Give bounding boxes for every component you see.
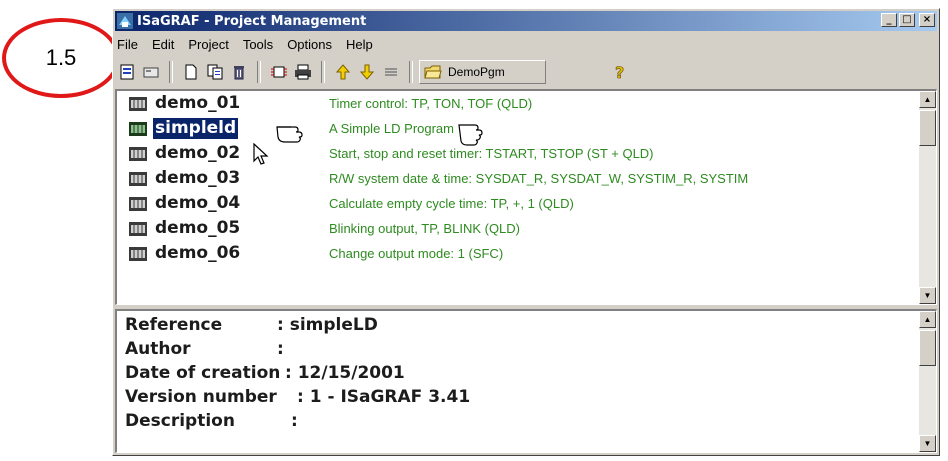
io-connection-button[interactable] — [267, 61, 291, 83]
reference-value: : simpleLD — [277, 315, 378, 335]
program-name: demo_06 — [155, 243, 241, 263]
program-icon — [129, 172, 147, 186]
scroll-down-icon[interactable]: ▼ — [919, 435, 936, 452]
new-icon — [185, 64, 197, 80]
reference-line: Reference : simpleLD — [125, 313, 916, 337]
card-icon — [143, 67, 159, 78]
program-icon — [129, 147, 147, 161]
copy-icon — [207, 64, 223, 80]
delete-icon — [234, 66, 244, 80]
card-button[interactable] — [139, 61, 163, 83]
program-name: demo_04 — [155, 193, 241, 213]
pointing-hand-icon — [276, 126, 303, 143]
program-icon — [129, 197, 147, 211]
reference-label: Reference — [125, 315, 223, 335]
pointing-hand-icon — [458, 124, 483, 146]
move-down-icon — [360, 64, 374, 80]
compact-button[interactable] — [379, 61, 403, 83]
scroll-up-icon[interactable]: ▲ — [919, 311, 936, 328]
program-name: demo_03 — [155, 168, 241, 188]
menu-bar: File Edit Project Tools Options Help — [115, 33, 937, 55]
properties-button[interactable] — [115, 61, 139, 83]
scroll-thumb[interactable] — [919, 110, 936, 146]
list-item[interactable]: demo_02 Start, stop and reset timer: TST… — [117, 141, 918, 166]
version-line: Version number : 1 - ISaGRAF 3.41 — [125, 385, 916, 409]
version-label: Version number — [125, 387, 277, 407]
menu-help[interactable]: Help — [339, 37, 380, 52]
program-icon — [129, 122, 147, 136]
date-value: : 12/15/2001 — [285, 363, 405, 383]
minimize-button[interactable]: _ — [881, 13, 897, 27]
program-description: Blinking output, TP, BLINK (QLD) — [329, 221, 521, 236]
isagraf-app-icon — [117, 13, 133, 29]
list-item[interactable]: demo_04 Calculate empty cycle time: TP, … — [117, 191, 918, 216]
scroll-up-icon[interactable]: ▲ — [919, 91, 936, 108]
project-management-window: ISaGRAF - Project Management _ □ × File … — [112, 8, 940, 456]
step-callout: 1.5 — [2, 18, 120, 98]
program-name: demo_05 — [155, 218, 241, 238]
program-icon — [129, 97, 147, 111]
program-name: demo_02 — [155, 143, 241, 163]
project-group-selector[interactable]: DemoPgm — [419, 60, 546, 84]
print-button[interactable] — [291, 61, 315, 83]
printer-icon — [295, 64, 311, 80]
program-description: R/W system date & time: SYSDAT_R, SYSDAT… — [329, 171, 749, 186]
menu-options[interactable]: Options — [280, 37, 339, 52]
list-item[interactable]: demo_06 Change output mode: 1 (SFC) — [117, 241, 918, 266]
maximize-button[interactable]: □ — [899, 13, 915, 27]
info-scrollbar[interactable]: ▲ ▼ — [919, 311, 936, 452]
menu-project[interactable]: Project — [181, 37, 235, 52]
window-title: ISaGRAF - Project Management — [137, 13, 367, 29]
list-item-selected[interactable]: simpleld A Simple LD Program — [117, 116, 918, 141]
io-connection-icon — [271, 66, 287, 78]
program-name: demo_01 — [155, 93, 241, 113]
author-label: Author — [125, 339, 191, 359]
program-description: A Simple LD Program — [329, 121, 454, 136]
program-list[interactable]: demo_01 Timer control: TP, TON, TOF (QLD… — [115, 89, 937, 305]
scroll-thumb[interactable] — [919, 330, 936, 366]
date-label: Date of creation — [125, 363, 281, 383]
description-line: Description : — [125, 409, 916, 433]
program-description: Timer control: TP, TON, TOF (QLD) — [329, 96, 533, 111]
close-button[interactable]: × — [919, 13, 935, 27]
program-info-panel[interactable]: Reference : simpleLD Author : Date of cr… — [115, 309, 937, 453]
new-button[interactable] — [179, 61, 203, 83]
move-up-icon — [336, 64, 350, 80]
list-item[interactable]: demo_01 Timer control: TP, TON, TOF (QLD… — [117, 91, 918, 116]
description-label: Description — [125, 411, 235, 431]
help-icon: ? — [614, 63, 624, 81]
program-icon — [129, 247, 147, 261]
program-description: Calculate empty cycle time: TP, +, 1 (QL… — [329, 196, 574, 211]
list-item[interactable]: demo_03 R/W system date & time: SYSDAT_R… — [117, 166, 918, 191]
step-number: 1.5 — [45, 45, 77, 70]
title-bar[interactable]: ISaGRAF - Project Management _ □ × — [115, 11, 937, 31]
author-line: Author : — [125, 337, 916, 361]
svg-text:?: ? — [615, 63, 624, 81]
help-button[interactable]: ? — [608, 61, 632, 83]
folder-icon — [424, 65, 442, 79]
author-value: : — [277, 339, 284, 359]
group-label: DemoPgm — [448, 65, 505, 79]
delete-button[interactable] — [227, 61, 251, 83]
compact-icon — [385, 68, 397, 76]
program-description: Start, stop and reset timer: TSTART, TST… — [329, 146, 654, 161]
copy-button[interactable] — [203, 61, 227, 83]
date-line: Date of creation : 12/15/2001 — [125, 361, 916, 385]
menu-file[interactable]: File — [115, 37, 145, 52]
menu-edit[interactable]: Edit — [145, 37, 181, 52]
menu-tools[interactable]: Tools — [236, 37, 280, 52]
program-icon — [129, 222, 147, 236]
mouse-pointer-icon — [253, 143, 269, 165]
program-name: simpleld — [151, 117, 240, 140]
scroll-down-icon[interactable]: ▼ — [919, 287, 936, 304]
version-value: : 1 - ISaGRAF 3.41 — [297, 387, 471, 407]
move-down-button[interactable] — [355, 61, 379, 83]
move-up-button[interactable] — [331, 61, 355, 83]
description-value: : — [291, 411, 298, 431]
list-item[interactable]: demo_05 Blinking output, TP, BLINK (QLD) — [117, 216, 918, 241]
list-scrollbar[interactable]: ▲ ▼ — [919, 91, 936, 304]
properties-icon — [120, 64, 134, 80]
toolbar: DemoPgm ? — [115, 57, 937, 87]
program-description: Change output mode: 1 (SFC) — [329, 246, 504, 261]
